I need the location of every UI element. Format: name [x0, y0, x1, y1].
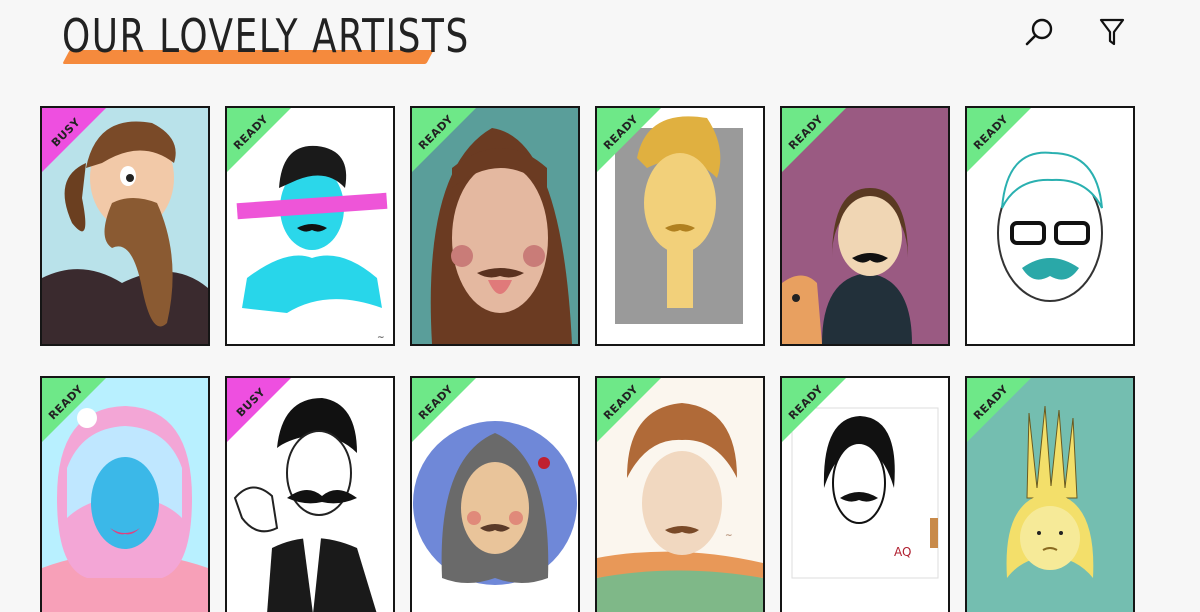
status-ribbon: READY	[967, 378, 1033, 444]
status-ribbon: READY	[597, 108, 663, 174]
status-ribbon: READY	[597, 378, 663, 444]
svg-text:~: ~	[725, 531, 733, 541]
status-ribbon: READY	[782, 108, 848, 174]
search-icon	[1025, 18, 1053, 46]
artist-card[interactable]: READY	[595, 106, 765, 346]
status-ribbon: BUSY	[227, 378, 293, 444]
status-ribbon: READY	[227, 108, 293, 174]
artist-card[interactable]: READY	[410, 106, 580, 346]
artist-card[interactable]: BUSY	[225, 376, 395, 612]
artist-card[interactable]: BUSY	[40, 106, 210, 346]
filter-button[interactable]	[1094, 14, 1130, 50]
artist-card[interactable]: READY	[965, 376, 1135, 612]
status-ribbon: READY	[782, 378, 848, 444]
status-ribbon: READY	[42, 378, 108, 444]
artist-card[interactable]: READY	[40, 376, 210, 612]
status-ribbon: BUSY	[42, 108, 108, 174]
artist-card[interactable]: READY	[965, 106, 1135, 346]
header: OUR LOVELY ARTISTS	[0, 0, 1200, 90]
artist-card[interactable]: READY	[410, 376, 580, 612]
artist-card[interactable]: ~ READY	[595, 376, 765, 612]
title-wrap: OUR LOVELY ARTISTS	[62, 6, 585, 66]
status-ribbon: READY	[412, 378, 478, 444]
svg-text:AQ: AQ	[894, 545, 911, 559]
artist-card[interactable]: ~ READY	[225, 106, 395, 346]
svg-text:~: ~	[377, 333, 385, 343]
artist-card[interactable]: READY	[780, 106, 950, 346]
status-ribbon: READY	[967, 108, 1033, 174]
search-button[interactable]	[1022, 14, 1058, 50]
filter-icon	[1099, 18, 1125, 46]
status-ribbon: READY	[412, 108, 478, 174]
page-title: OUR LOVELY ARTISTS	[62, 9, 470, 63]
artist-card[interactable]: AQ READY	[780, 376, 950, 612]
